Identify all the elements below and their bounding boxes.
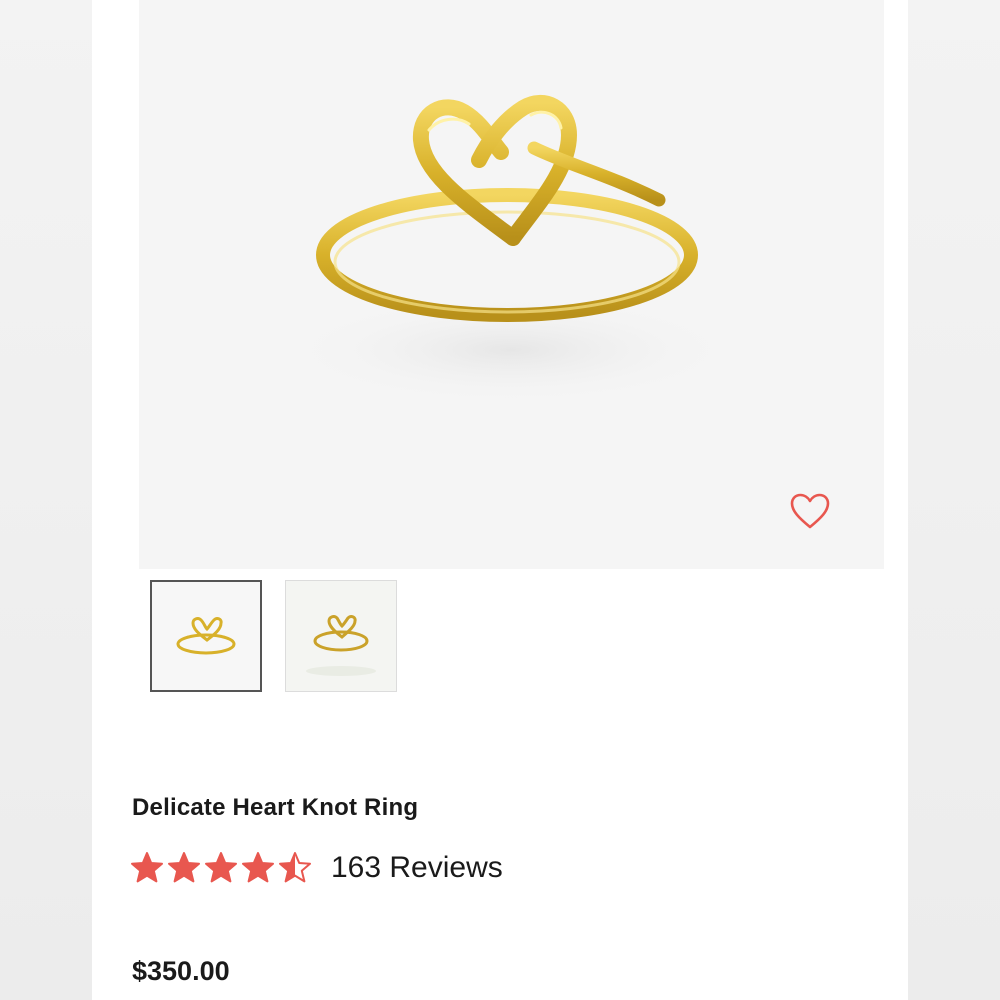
product-price: $350.00	[132, 956, 230, 986]
thumbnail-ring-image	[306, 615, 376, 676]
heart-outline-icon	[790, 493, 830, 529]
star-icon	[168, 852, 200, 883]
product-page: Delicate Heart Knot Ring 163 Reviews $35…	[92, 0, 908, 1000]
side-backdrop-left	[0, 0, 92, 1000]
side-backdrop-right	[908, 0, 1000, 1000]
star-icon	[279, 852, 311, 883]
thumbnail-ring-front[interactable]	[150, 580, 262, 692]
ring-image	[281, 95, 741, 405]
thumbnail-ring-image	[176, 617, 236, 655]
star-icon	[242, 852, 274, 883]
star-rating	[130, 851, 315, 885]
product-title: Delicate Heart Knot Ring	[132, 794, 419, 821]
wishlist-button[interactable]	[789, 490, 831, 532]
reviews-link[interactable]: 163 Reviews	[331, 851, 503, 885]
thumbnail-ring-angled[interactable]	[285, 580, 397, 692]
star-icon	[131, 852, 163, 883]
rating-row[interactable]: 163 Reviews	[130, 848, 503, 888]
star-icon	[205, 852, 237, 883]
product-main-image[interactable]	[139, 0, 884, 569]
